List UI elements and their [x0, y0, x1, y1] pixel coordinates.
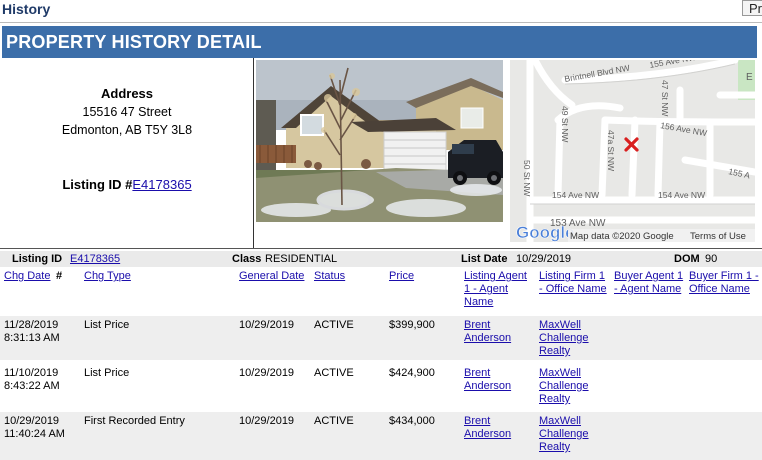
- column-header-buyer-agent[interactable]: Buyer Agent 1 - Agent Name: [614, 270, 684, 296]
- row-date: 11/28/2019: [4, 319, 59, 331]
- address-panel: Address 15516 47 Street Edmonton, AB T5Y…: [0, 58, 254, 248]
- row-agent-link[interactable]: Brent Anderson: [464, 319, 519, 345]
- map-street-label: E: [746, 72, 753, 83]
- row-change-type: First Recorded Entry: [84, 415, 185, 427]
- listing-id-label: Listing ID: [12, 253, 63, 265]
- table-row: 11/10/2019 8:43:22 AM List Price 10/29/2…: [0, 364, 762, 408]
- class-label: Class: [232, 253, 262, 265]
- row-agent-link[interactable]: Brent Anderson: [464, 415, 519, 441]
- row-agent-link[interactable]: Brent Anderson: [464, 367, 519, 393]
- class-value: RESIDENTIAL: [265, 253, 338, 265]
- map-street-label: 154 Ave NW: [658, 190, 705, 200]
- table-row: 11/28/2019 8:31:13 AM List Price 10/29/2…: [0, 316, 762, 360]
- property-photo: [256, 60, 503, 222]
- listing-id-line: Listing ID #E4178365: [0, 177, 254, 192]
- map-street-label: 47a St NW: [606, 130, 616, 171]
- column-header-buyer-firm[interactable]: Buyer Firm 1 - Office Name: [689, 270, 759, 296]
- top-bar: History Pr: [0, 0, 762, 22]
- row-time: 8:43:22 AM: [4, 380, 60, 392]
- address-line-1: 15516 47 Street: [82, 105, 172, 119]
- column-header-general-date[interactable]: General Date: [239, 270, 304, 283]
- row-time: 11:40:24 AM: [4, 428, 65, 440]
- dom-value: 90: [705, 253, 718, 265]
- map-terms-link[interactable]: Terms of Use: [690, 231, 746, 242]
- row-general-date: 10/29/2019: [239, 367, 295, 379]
- address-label: Address: [100, 86, 154, 101]
- row-status: ACTIVE: [314, 367, 354, 379]
- table-row: 10/29/2019 11:40:24 AM First Recorded En…: [0, 412, 762, 460]
- map-attribution: Map data ©2020 Google: [570, 231, 674, 242]
- divider: [0, 248, 762, 249]
- page-title: History: [2, 1, 51, 17]
- row-status: ACTIVE: [314, 319, 354, 331]
- column-header-status[interactable]: Status: [314, 270, 345, 283]
- column-header-chg-date[interactable]: Chg Date: [4, 270, 50, 283]
- column-header-number: #: [56, 270, 63, 282]
- row-price: $434,000: [389, 415, 435, 427]
- listing-id-link[interactable]: E4178365: [70, 253, 120, 265]
- section-banner: PROPERTY HISTORY DETAIL: [2, 26, 757, 58]
- listing-id-label: Listing ID #: [62, 177, 133, 192]
- address-line-2: Edmonton, AB T5Y 3L8: [61, 123, 193, 137]
- map-street-label: 47 St NW: [660, 80, 670, 116]
- listing-info-bar: Listing ID E4178365 Class RESIDENTIAL Li…: [0, 251, 762, 267]
- column-header-chg-type[interactable]: Chg Type: [84, 270, 131, 283]
- row-time: 8:31:13 AM: [4, 332, 60, 344]
- column-header-listing-firm[interactable]: Listing Firm 1 - Office Name: [539, 270, 609, 296]
- map-street-label: 154 Ave NW: [552, 190, 599, 200]
- list-date-label: List Date: [461, 253, 508, 265]
- print-button[interactable]: Pr: [742, 0, 762, 16]
- divider: [0, 22, 762, 23]
- row-price: $424,900: [389, 367, 435, 379]
- list-date-value: 10/29/2019: [516, 253, 572, 265]
- location-map[interactable]: Brintnell Blvd NW 156 Ave NW 155 Ave NW …: [510, 60, 755, 242]
- row-date: 11/10/2019: [4, 367, 59, 379]
- row-firm-link[interactable]: MaxWell Challenge Realty: [539, 319, 594, 358]
- row-date: 10/29/2019: [4, 415, 60, 427]
- row-general-date: 10/29/2019: [239, 415, 295, 427]
- column-header-listing-agent[interactable]: Listing Agent 1 - Agent Name: [464, 270, 534, 309]
- listing-id-link[interactable]: E4178365: [132, 177, 191, 192]
- row-price: $399,900: [389, 319, 435, 331]
- column-header-price[interactable]: Price: [389, 270, 414, 283]
- dom-label: DOM: [674, 253, 700, 265]
- row-general-date: 10/29/2019: [239, 319, 295, 331]
- row-change-type: List Price: [84, 367, 130, 379]
- row-status: ACTIVE: [314, 415, 354, 427]
- map-street-label: 50 St NW: [522, 160, 532, 196]
- map-street-label: 49 St NW: [560, 106, 570, 142]
- row-firm-link[interactable]: MaxWell Challenge Realty: [539, 367, 594, 406]
- google-logo: Google: [516, 223, 575, 242]
- row-firm-link[interactable]: MaxWell Challenge Realty: [539, 415, 594, 454]
- row-change-type: List Price: [84, 319, 130, 331]
